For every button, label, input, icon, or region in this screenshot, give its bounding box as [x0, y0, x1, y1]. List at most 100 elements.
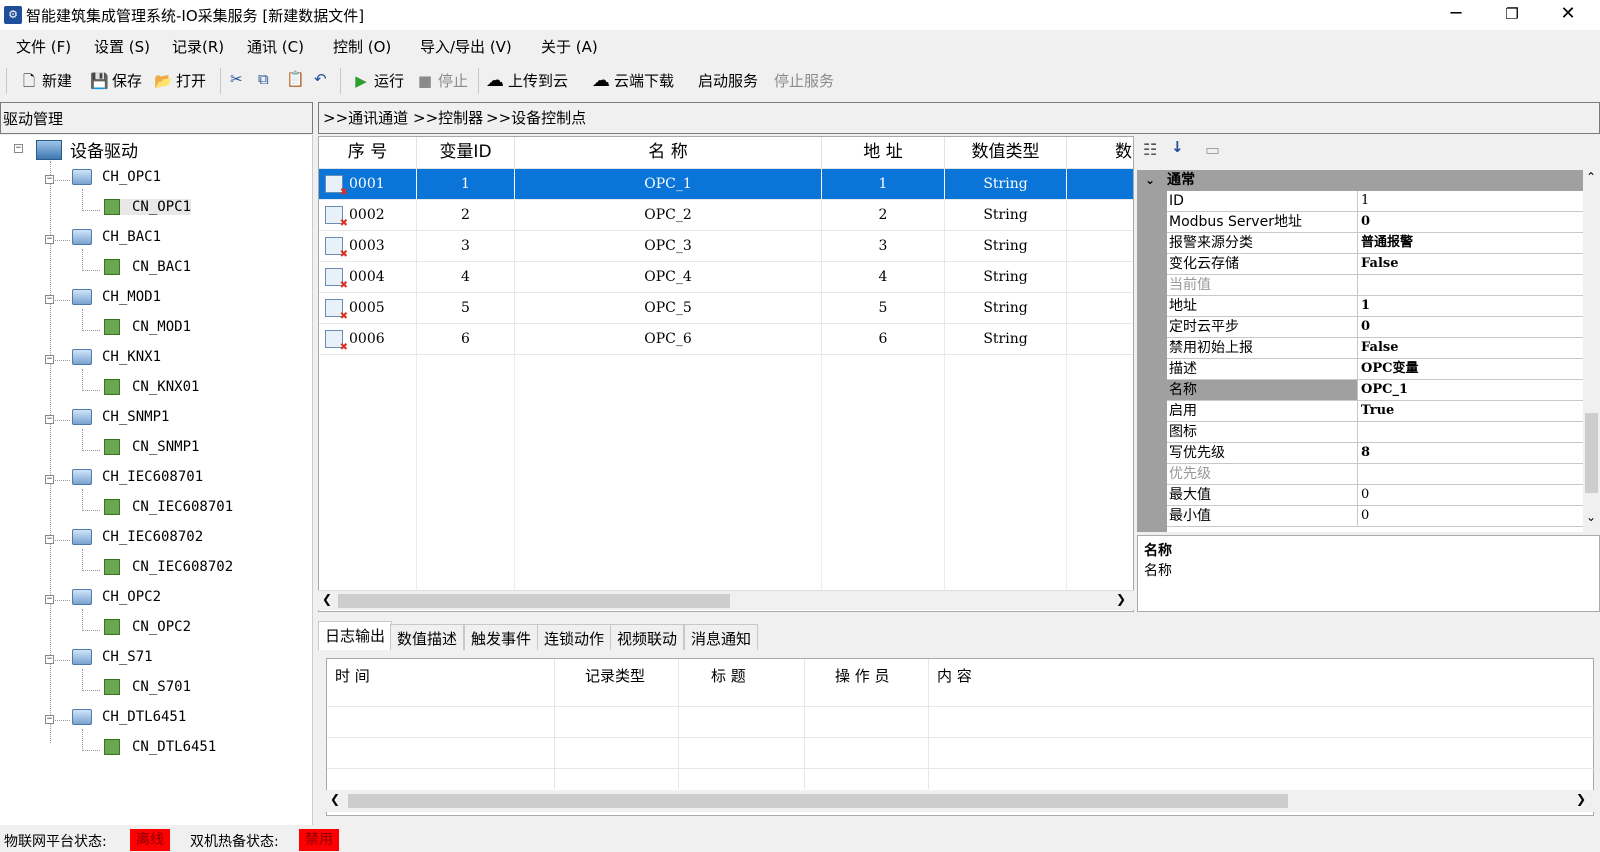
cell-name[interactable]: OPC_5: [515, 293, 822, 324]
tree-controller[interactable]: CN_IEC608702: [104, 559, 233, 575]
copy-icon[interactable]: ⧉: [258, 70, 269, 88]
property-value[interactable]: 8: [1361, 443, 1581, 463]
tab-video-link[interactable]: 视频联动: [610, 624, 685, 650]
points-grid[interactable]: 序 号 变量ID 名 称 地 址 数值类型 数 0001 1 OPC_1 1 Strin…: [318, 136, 1134, 612]
cell-extra[interactable]: [1067, 293, 1133, 324]
property-value[interactable]: 1: [1361, 296, 1581, 316]
upload-cloud-button[interactable]: ☁ 上传到云: [486, 70, 568, 91]
cell-extra[interactable]: [1067, 262, 1133, 293]
log-header-type[interactable]: 记录类型: [585, 665, 645, 686]
cell-extra[interactable]: [1067, 231, 1133, 262]
tree-channel[interactable]: CH_SNMP1: [72, 409, 169, 425]
tree-controller[interactable]: CN_OPC2: [104, 619, 191, 635]
expander-icon[interactable]: −: [45, 595, 54, 604]
download-cloud-button[interactable]: ☁ 云端下载: [592, 70, 674, 91]
scroll-left-icon[interactable]: ❮: [330, 792, 340, 806]
sort-alpha-icon[interactable]: ↓: [1171, 138, 1184, 156]
tree-channel[interactable]: CH_MOD1: [72, 289, 161, 305]
scroll-left-icon[interactable]: ❮: [322, 592, 332, 606]
menu-file[interactable]: 文件 (F): [16, 36, 71, 57]
tree-controller[interactable]: CN_MOD1: [104, 319, 191, 335]
new-button[interactable]: 🗋 新建: [20, 70, 72, 91]
tree-controller[interactable]: CN_OPC1: [104, 199, 192, 215]
breadcrumb-points[interactable]: >>设备控制点: [486, 107, 586, 128]
cell-addr[interactable]: 2: [822, 200, 945, 231]
log-header-title[interactable]: 标 题: [711, 665, 746, 686]
cell-extra[interactable]: [1067, 169, 1133, 200]
scroll-right-icon[interactable]: ❯: [1116, 592, 1126, 606]
cell-type[interactable]: String: [945, 324, 1067, 355]
menu-comm[interactable]: 通讯 (C): [247, 36, 304, 57]
property-row[interactable]: 描述 OPC变量: [1167, 359, 1583, 380]
cell-id[interactable]: 6: [417, 324, 515, 355]
cell-id[interactable]: 3: [417, 231, 515, 262]
property-value[interactable]: [1361, 422, 1581, 442]
scroll-up-icon[interactable]: ⌃: [1586, 170, 1596, 184]
breadcrumb-controller[interactable]: >>控制器: [413, 107, 483, 128]
expander-icon[interactable]: −: [45, 535, 54, 544]
tab-value-desc[interactable]: 数值描述: [390, 624, 465, 650]
property-row[interactable]: 地址 1: [1167, 296, 1583, 317]
cell-addr[interactable]: 6: [822, 324, 945, 355]
table-row[interactable]: 0005 5 OPC_5 5 String: [319, 293, 1133, 324]
tree-channel[interactable]: CH_DTL6451: [72, 709, 186, 725]
cell-type[interactable]: String: [945, 262, 1067, 293]
log-header-content[interactable]: 内 容: [937, 665, 972, 686]
minimize-button[interactable]: ─: [1428, 0, 1484, 30]
cell-addr[interactable]: 1: [822, 169, 945, 200]
log-horizontal-scrollbar[interactable]: ❮ ❯: [326, 790, 1594, 812]
expander-icon[interactable]: −: [45, 295, 54, 304]
property-row[interactable]: 最小值 0: [1167, 506, 1583, 527]
categorized-icon[interactable]: ☷: [1143, 140, 1157, 159]
col-header-seq[interactable]: 序 号: [319, 137, 417, 169]
tree-controller[interactable]: CN_DTL6451: [104, 739, 216, 755]
property-value[interactable]: 0: [1361, 485, 1581, 505]
cell-name[interactable]: OPC_4: [515, 262, 822, 293]
paste-icon[interactable]: 📋: [286, 70, 305, 88]
tree-channel[interactable]: CH_IEC608702: [72, 529, 203, 545]
log-header-time[interactable]: 时 间: [335, 665, 370, 686]
property-row[interactable]: 最大值 0: [1167, 485, 1583, 506]
stop-button[interactable]: ■ 停止: [416, 70, 468, 91]
tree-controller[interactable]: CN_BAC1: [104, 259, 191, 275]
property-value[interactable]: False: [1361, 254, 1581, 274]
menu-settings[interactable]: 设置 (S): [94, 36, 150, 57]
cell-name[interactable]: OPC_6: [515, 324, 822, 355]
tree-controller[interactable]: CN_S701: [104, 679, 191, 695]
property-row[interactable]: Modbus Server地址 0: [1167, 212, 1583, 233]
property-row[interactable]: 定时云平步 0: [1167, 317, 1583, 338]
table-row[interactable]: 0004 4 OPC_4 4 String: [319, 262, 1133, 293]
cell-extra[interactable]: [1067, 200, 1133, 231]
scroll-right-icon[interactable]: ❯: [1576, 792, 1586, 806]
cell-type[interactable]: String: [945, 169, 1067, 200]
cell-extra[interactable]: [1067, 324, 1133, 355]
cut-icon[interactable]: ✂: [230, 70, 243, 88]
driver-tree[interactable]: − 设备驱动 − CH_OPC1 CN_OPC1 − CH_BAC1 CN_BA…: [0, 135, 313, 825]
tree-channel[interactable]: CH_S71: [72, 649, 153, 665]
property-vertical-scrollbar[interactable]: ⌃ ⌄: [1583, 170, 1600, 532]
run-button[interactable]: ▶ 运行: [352, 70, 404, 91]
cell-addr[interactable]: 3: [822, 231, 945, 262]
expander-icon[interactable]: −: [45, 475, 54, 484]
cell-id[interactable]: 2: [417, 200, 515, 231]
property-value[interactable]: 普通报警: [1361, 233, 1581, 253]
log-header-operator[interactable]: 操 作 员: [835, 665, 890, 686]
property-row[interactable]: 写优先级 8: [1167, 443, 1583, 464]
col-header-varid[interactable]: 变量ID: [417, 137, 515, 169]
tree-root[interactable]: 设备驱动: [36, 137, 138, 162]
tab-log[interactable]: 日志输出: [318, 621, 393, 650]
property-row[interactable]: 报警来源分类 普通报警: [1167, 233, 1583, 254]
property-category[interactable]: ⌄ 通常: [1137, 170, 1583, 191]
table-row[interactable]: 0006 6 OPC_6 6 String: [319, 324, 1133, 355]
col-header-valuetype[interactable]: 数值类型: [945, 137, 1067, 169]
expander-icon[interactable]: −: [45, 355, 54, 364]
property-row[interactable]: 当前值: [1167, 275, 1583, 296]
table-row[interactable]: 0002 2 OPC_2 2 String: [319, 200, 1133, 231]
expander-icon[interactable]: −: [45, 175, 54, 184]
menu-records[interactable]: 记录(R): [172, 36, 224, 57]
cell-addr[interactable]: 5: [822, 293, 945, 324]
expander-icon[interactable]: −: [45, 415, 54, 424]
grid-horizontal-scrollbar[interactable]: ❮ ❯: [318, 590, 1134, 610]
col-header-name[interactable]: 名 称: [515, 137, 822, 169]
property-value[interactable]: [1361, 464, 1581, 484]
